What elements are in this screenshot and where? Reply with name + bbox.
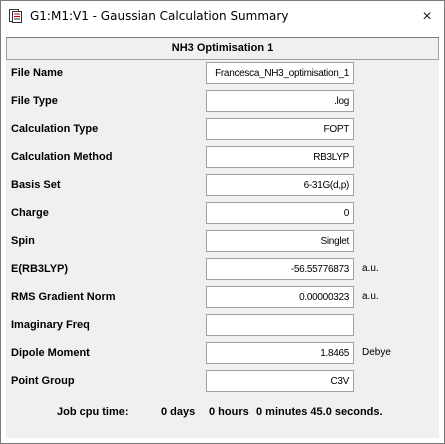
summary-row: Spin Singlet xyxy=(6,228,439,256)
summary-row: Point Group C3V xyxy=(6,368,439,396)
gaussview-app-icon xyxy=(9,9,22,23)
row-label: Basis Set xyxy=(11,179,61,191)
row-value-field[interactable]: 1.8465 xyxy=(206,342,354,364)
row-unit: Debye xyxy=(362,347,391,358)
cpu-time-rest: 0 minutes 45.0 seconds. xyxy=(256,406,383,418)
summary-window: G1:M1:V1 - Gaussian Calculation Summary … xyxy=(0,0,445,444)
summary-row: Calculation Type FOPT xyxy=(6,116,439,144)
row-value-field[interactable]: .log xyxy=(206,90,354,112)
row-label: Dipole Moment xyxy=(11,347,90,359)
summary-row: Basis Set 6-31G(d,p) xyxy=(6,172,439,200)
summary-row: Calculation Method RB3LYP xyxy=(6,144,439,172)
summary-row: Charge 0 xyxy=(6,200,439,228)
job-cpu-time: Job cpu time: 0 days 0 hours 0 minutes 4… xyxy=(6,403,439,423)
cpu-time-hours: 0 hours xyxy=(209,406,249,418)
summary-panel: NH3 Optimisation 1 File Name Francesca_NH… xyxy=(6,37,439,438)
row-value-field[interactable]: -56.55776873 xyxy=(206,258,354,280)
cpu-time-days: 0 days xyxy=(161,406,196,418)
row-label: File Type xyxy=(11,95,58,107)
row-value-field[interactable]: 0 xyxy=(206,202,354,224)
row-label: Imaginary Freq xyxy=(11,319,90,331)
close-button[interactable]: × xyxy=(410,1,444,32)
row-label: Calculation Type xyxy=(11,123,99,135)
summary-table: NH3 Optimisation 1 File Name Francesca_NH… xyxy=(6,37,439,396)
row-unit: a.u. xyxy=(362,263,379,274)
window-title: G1:M1:V1 - Gaussian Calculation Summary xyxy=(30,9,289,23)
row-label: Point Group xyxy=(11,375,75,387)
row-value-field[interactable]: RB3LYP xyxy=(206,146,354,168)
summary-row: E(RB3LYP) -56.55776873 a.u. xyxy=(6,256,439,284)
summary-row: Imaginary Freq xyxy=(6,312,439,340)
summary-row: File Type .log xyxy=(6,88,439,116)
row-label: E(RB3LYP) xyxy=(11,263,69,275)
row-value-field[interactable]: FOPT xyxy=(206,118,354,140)
row-label: Calculation Method xyxy=(11,151,113,163)
row-value-field[interactable]: Singlet xyxy=(206,230,354,252)
row-value-field[interactable]: 0.00000323 xyxy=(206,286,354,308)
row-value-field[interactable]: C3V xyxy=(206,370,354,392)
summary-row: Dipole Moment 1.8465 Debye xyxy=(6,340,439,368)
row-value-field[interactable] xyxy=(206,314,354,336)
row-label: Charge xyxy=(11,207,49,219)
row-label: File Name xyxy=(11,67,63,79)
row-label: Spin xyxy=(11,235,35,247)
summary-row: RMS Gradient Norm 0.00000323 a.u. xyxy=(6,284,439,312)
cpu-time-label: Job cpu time: xyxy=(57,406,129,418)
title-bar[interactable]: G1:M1:V1 - Gaussian Calculation Summary … xyxy=(1,1,444,32)
row-value-field[interactable]: Francesca_NH3_optimisation_1 xyxy=(206,62,354,84)
row-label: RMS Gradient Norm xyxy=(11,291,116,303)
row-value-field[interactable]: 6-31G(d,p) xyxy=(206,174,354,196)
row-unit: a.u. xyxy=(362,291,379,302)
close-icon: × xyxy=(422,7,432,25)
summary-row: File Name Francesca_NH3_optimisation_1 xyxy=(6,60,439,88)
summary-heading: NH3 Optimisation 1 xyxy=(6,38,439,60)
